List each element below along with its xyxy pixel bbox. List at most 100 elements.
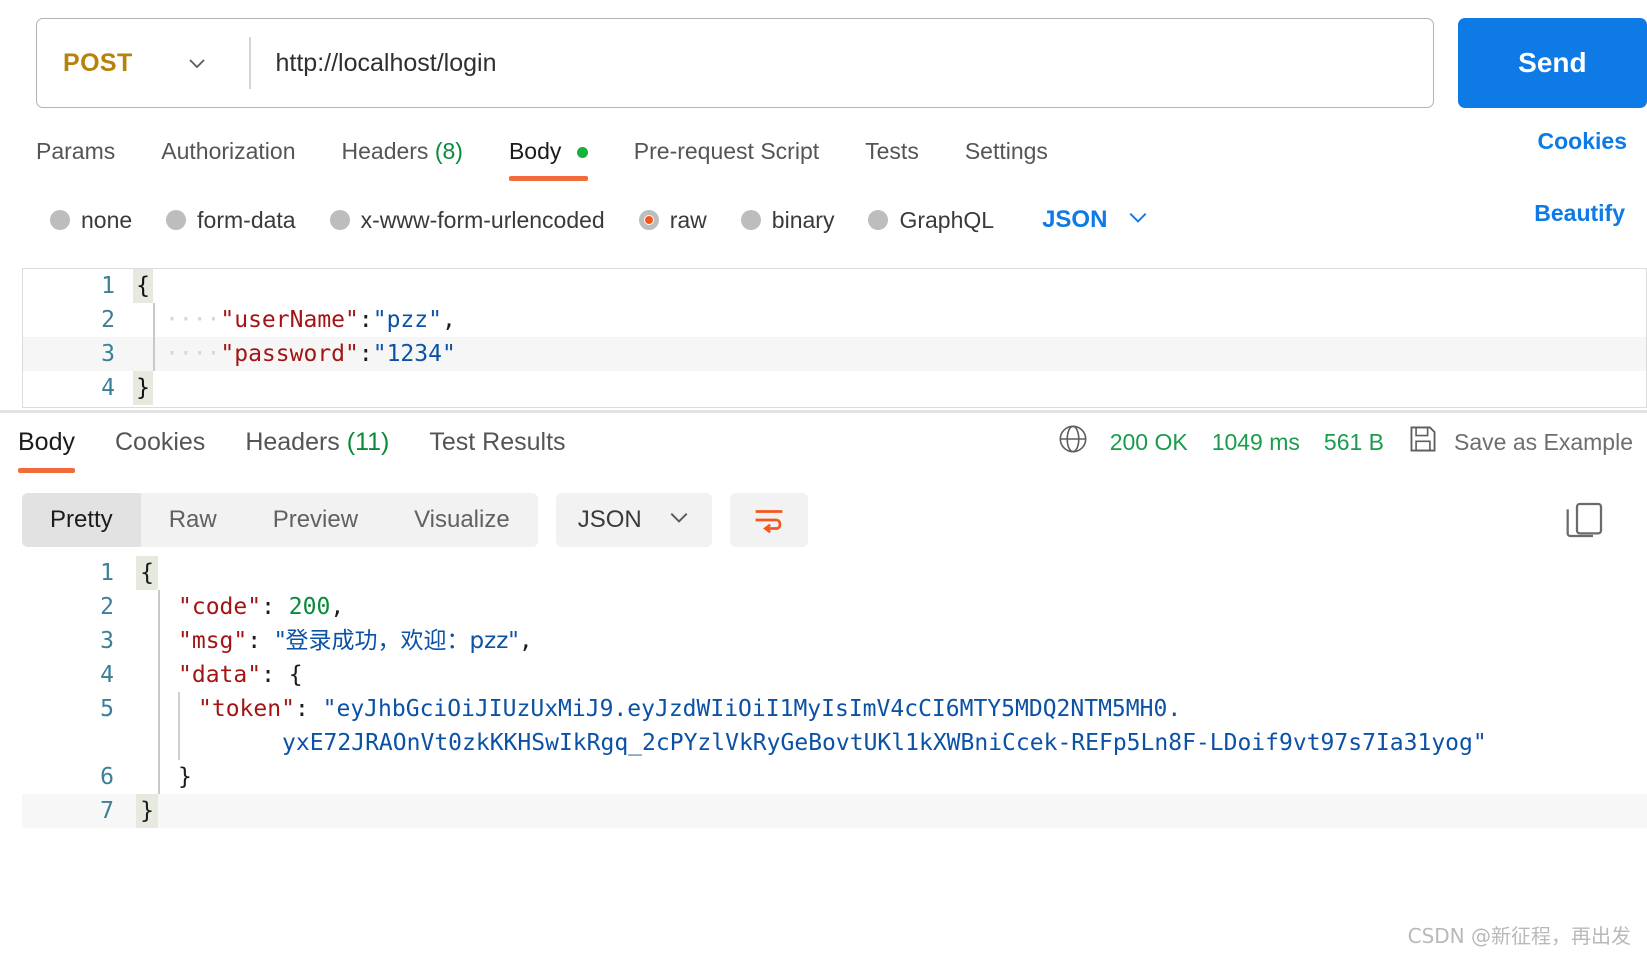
radio-icon	[868, 210, 889, 230]
view-mode-preview[interactable]: Preview	[245, 493, 386, 547]
indent-guide	[153, 303, 155, 337]
response-format-selector[interactable]: JSON	[555, 493, 712, 547]
json-key: "data"	[178, 662, 262, 688]
chevron-down-icon	[668, 506, 690, 535]
json-comma: ,	[518, 628, 533, 654]
body-type-radio-group: none form-data x-www-form-urlencoded raw…	[0, 196, 1647, 244]
body-modified-dot-icon	[576, 146, 588, 158]
tab-params[interactable]: Params	[36, 138, 115, 175]
method-selector[interactable]: POST	[37, 19, 249, 107]
radio-icon	[740, 210, 761, 230]
format-label: JSON	[577, 506, 642, 533]
line-number: 5	[100, 696, 114, 722]
tab-label: Settings	[964, 137, 1048, 164]
code-line: 1 {	[22, 556, 1647, 590]
radio-label: binary	[771, 206, 835, 233]
response-body-viewer[interactable]: 1 { 2 "code": 200, 3 "msg": "登录成功，欢迎：pzz…	[22, 556, 1647, 846]
body-type-x-www-form-urlencoded[interactable]: x-www-form-urlencoded	[329, 207, 605, 234]
body-type-binary[interactable]: binary	[740, 206, 835, 234]
chevron-down-icon	[1127, 206, 1149, 235]
response-tab-body[interactable]: Body	[18, 427, 75, 473]
save-as-example-button[interactable]: Save as Example	[1454, 429, 1633, 456]
tab-label: Cookies	[114, 427, 206, 456]
send-button[interactable]: Send	[1457, 18, 1647, 108]
wrap-lines-button[interactable]	[729, 493, 808, 547]
indent-guide	[153, 337, 155, 371]
line-number: 7	[100, 798, 114, 824]
json-colon: :	[358, 341, 373, 367]
tab-label: Body	[18, 427, 75, 456]
indent-dots: ····	[165, 341, 221, 367]
brace-glyph: {	[133, 269, 153, 303]
tab-tests[interactable]: Tests	[865, 138, 919, 175]
code-line: 2 "code": 200,	[22, 590, 1647, 624]
code-text: }	[178, 760, 192, 794]
view-mode-pretty[interactable]: Pretty	[22, 493, 141, 547]
json-comma: ,	[441, 307, 456, 333]
cookies-link[interactable]: Cookies	[1538, 128, 1627, 155]
copy-button[interactable]	[1565, 500, 1605, 540]
json-token-value-line1: "eyJhbGciOiJIUzUxMiJ9.eyJzdWIiOiI1MyIsIm…	[322, 696, 1182, 722]
tab-body[interactable]: Body	[508, 138, 588, 181]
beautify-link[interactable]: Beautify	[1534, 200, 1625, 227]
json-colon: :	[247, 628, 275, 654]
line-number: 4	[101, 375, 115, 401]
save-icon	[1408, 424, 1438, 460]
globe-icon	[1058, 424, 1088, 460]
indent-guide-inner	[178, 692, 180, 760]
body-type-raw[interactable]: raw	[638, 206, 707, 234]
postman-request-response-view: POST http://localhost/login Send Params …	[0, 0, 1647, 963]
url-bar[interactable]: POST http://localhost/login	[36, 18, 1434, 108]
body-type-none[interactable]: none	[50, 207, 132, 234]
json-token-value-line2: yxE72JRAOnVt0zkKKHSwIkRgq_2cPYzlVkRyGeBo…	[282, 730, 1487, 756]
view-mode-raw[interactable]: Raw	[141, 493, 245, 547]
json-value: 200	[288, 594, 331, 620]
radio-label: none	[81, 206, 133, 233]
response-tab-cookies[interactable]: Cookies	[115, 428, 205, 469]
request-body-editor[interactable]: 1 { 2 ····"userName":"pzz", 3 ····"passw…	[22, 268, 1647, 408]
headers-count-badge: (11)	[346, 427, 390, 456]
active-tab-underline	[508, 175, 588, 181]
view-mode-visualize[interactable]: Visualize	[386, 493, 538, 547]
json-colon: :	[358, 307, 373, 333]
code-line: 2 ····"userName":"pzz",	[23, 303, 1646, 337]
language-label: JSON	[1042, 206, 1108, 233]
json-brace: {	[288, 662, 303, 688]
tab-label: Authorization	[161, 137, 296, 164]
url-input[interactable]: http://localhost/login	[251, 19, 1433, 107]
tab-pre-request-script[interactable]: Pre-request Script	[634, 138, 819, 175]
code-text: ····"password":"1234"	[165, 337, 456, 371]
radio-label: raw	[669, 206, 707, 233]
body-type-graphql[interactable]: GraphQL	[868, 207, 994, 234]
json-colon: :	[261, 594, 289, 620]
json-brace: }	[178, 764, 192, 790]
code-line: 3 ····"password":"1234"	[23, 337, 1646, 371]
code-line: 7 }	[22, 794, 1647, 828]
line-number: 3	[101, 341, 115, 367]
line-number: 4	[100, 662, 114, 688]
code-line: 4 }	[23, 371, 1646, 405]
status-code: 200 OK	[1109, 428, 1188, 455]
json-key: "userName"	[220, 307, 359, 333]
line-number: 2	[100, 594, 114, 620]
response-view-toolbar: Pretty Raw Preview Visualize JSON	[22, 492, 808, 548]
tab-label: Pre-request Script	[633, 137, 820, 164]
json-value: "pzz"	[372, 307, 442, 333]
code-line: 5 "token": "eyJhbGciOiJIUzUxMiJ9.eyJzdWI…	[22, 692, 1647, 760]
response-tab-test-results[interactable]: Test Results	[429, 428, 565, 469]
method-label: POST	[63, 48, 133, 77]
request-language-selector[interactable]: JSON	[1042, 206, 1149, 235]
line-number: 1	[100, 560, 114, 586]
tab-authorization[interactable]: Authorization	[161, 138, 295, 175]
chevron-down-icon	[187, 53, 207, 73]
indent-guide	[158, 658, 160, 692]
watermark: CSDN @新征程，再出发	[1407, 924, 1631, 948]
line-number: 3	[100, 628, 114, 654]
indent-guide	[158, 692, 160, 760]
tab-settings[interactable]: Settings	[965, 138, 1048, 175]
brace-glyph: }	[136, 794, 158, 828]
radio-label: form-data	[197, 206, 296, 233]
response-tab-headers[interactable]: Headers (11)	[245, 428, 389, 469]
body-type-form-data[interactable]: form-data	[166, 206, 296, 234]
tab-headers[interactable]: Headers (8)	[342, 138, 463, 175]
